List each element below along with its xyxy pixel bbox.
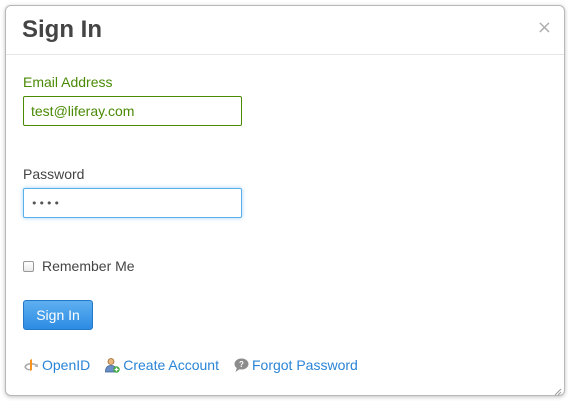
email-label: Email Address [23, 74, 113, 90]
add-user-icon [104, 357, 120, 373]
create-account-link[interactable]: Create Account [104, 357, 219, 373]
openid-label: OpenID [42, 357, 91, 373]
openid-icon [23, 357, 39, 373]
svg-text:?: ? [239, 360, 244, 369]
remember-me-checkbox[interactable] [23, 260, 34, 272]
close-button[interactable]: × [537, 19, 552, 37]
dialog-title: Sign In [22, 16, 102, 43]
password-field[interactable] [23, 188, 242, 218]
navigation-links: OpenID Create Account ? Forgot Password [23, 355, 372, 375]
remember-me-row[interactable]: Remember Me [23, 257, 135, 275]
email-field[interactable] [23, 96, 242, 126]
forgot-password-label: Forgot Password [251, 357, 358, 373]
dialog-header: Sign In × [6, 6, 564, 55]
speech-bubble-icon: ? [233, 357, 249, 373]
forgot-password-link[interactable]: ? Forgot Password [233, 357, 358, 373]
remember-me-label: Remember Me [42, 258, 135, 274]
password-label: Password [23, 166, 85, 182]
openid-link[interactable]: OpenID [23, 357, 90, 373]
sign-in-button[interactable]: Sign In [23, 300, 93, 330]
sign-in-dialog: Sign In × Email Address Password Remembe… [5, 5, 565, 396]
create-account-label: Create Account [123, 357, 219, 373]
resize-grip-icon[interactable] [552, 383, 562, 396]
